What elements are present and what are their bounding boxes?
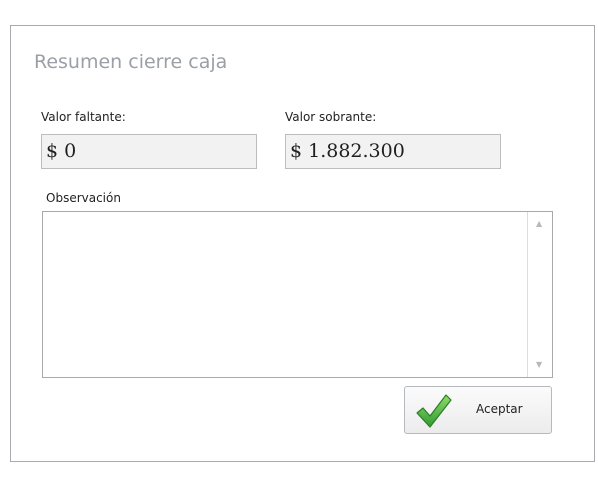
sobrante-value-field: $ 1.882.300 bbox=[285, 134, 501, 169]
observacion-memo: ▲ ▼ bbox=[42, 211, 553, 378]
scroll-down-icon[interactable]: ▼ bbox=[536, 361, 542, 369]
checkmark-icon bbox=[416, 394, 452, 428]
faltante-label: Valor faltante: bbox=[41, 110, 126, 124]
scroll-up-icon[interactable]: ▲ bbox=[536, 220, 542, 228]
observacion-textarea[interactable] bbox=[43, 212, 528, 377]
dialog-title: Resumen cierre caja bbox=[34, 51, 228, 73]
aceptar-button-label: Aceptar bbox=[476, 402, 523, 416]
observacion-scrollbar[interactable]: ▲ ▼ bbox=[527, 212, 552, 377]
sobrante-label: Valor sobrante: bbox=[285, 110, 377, 124]
cierre-caja-dialog: Resumen cierre caja Valor faltante: $ 0 … bbox=[10, 25, 595, 462]
aceptar-button[interactable]: Aceptar bbox=[404, 386, 552, 434]
observacion-label: Observación bbox=[46, 191, 121, 205]
faltante-value-field: $ 0 bbox=[41, 134, 257, 169]
